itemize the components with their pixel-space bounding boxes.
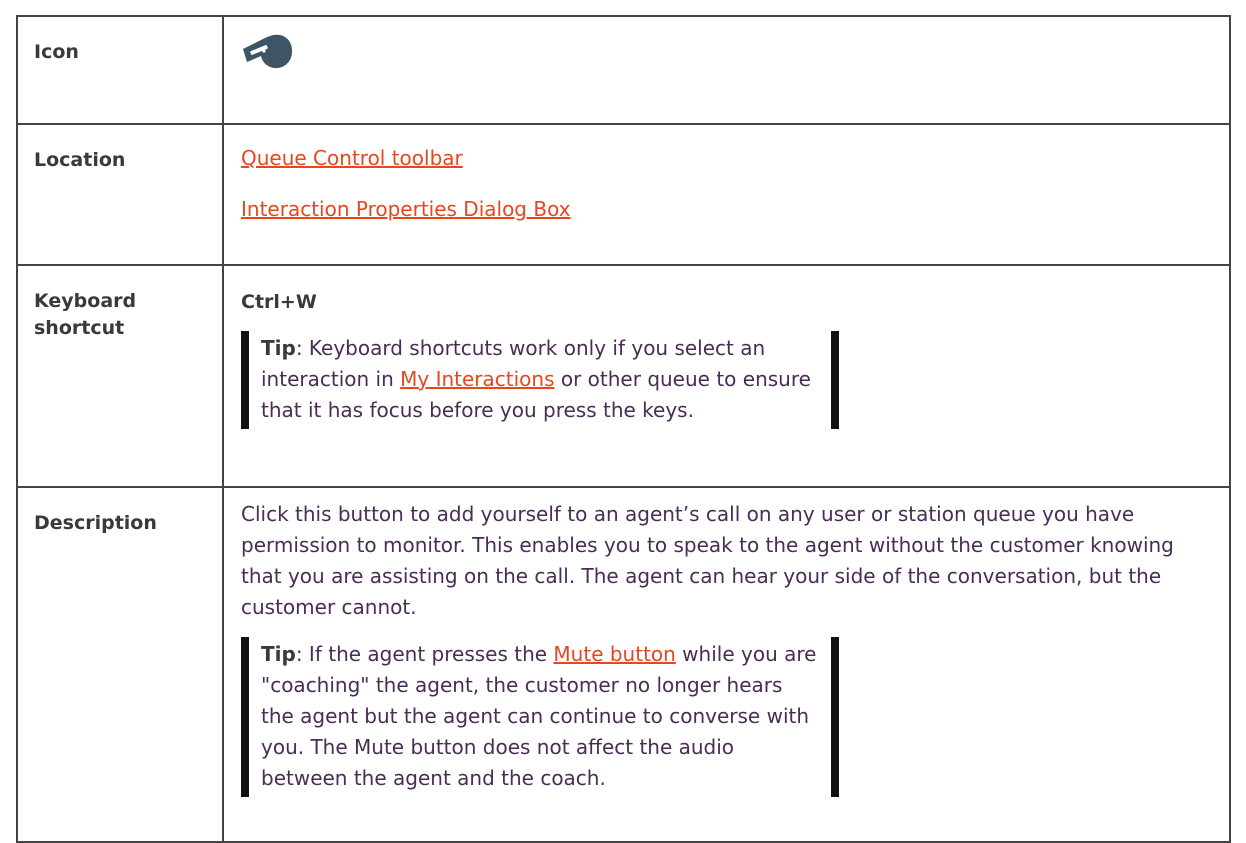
description-row: Description Click this button to add you…	[16, 486, 1231, 843]
description-tip: Tip: If the agent presses the Mute butto…	[241, 637, 839, 797]
location-label: Location	[16, 123, 224, 266]
keyboard-row: Keyboard shortcut Ctrl+W Tip: Keyboard s…	[16, 264, 1231, 488]
tip-text: : If the agent presses the	[295, 642, 554, 666]
tip-prefix: Tip	[261, 336, 296, 360]
keyboard-tip: Tip: Keyboard shortcuts work only if you…	[241, 331, 839, 429]
interaction-properties-dialog-link[interactable]: Interaction Properties Dialog Box	[241, 174, 1229, 225]
location-row: Location Queue Control toolbar Interacti…	[16, 123, 1231, 266]
my-interactions-link[interactable]: My Interactions	[400, 367, 554, 391]
whistle-icon	[243, 34, 293, 69]
location-cell: Queue Control toolbar Interaction Proper…	[222, 123, 1231, 266]
description-text: Click this button to add yourself to an …	[241, 502, 1174, 619]
mute-button-link[interactable]: Mute button	[553, 642, 675, 666]
keyboard-shortcut: Ctrl+W	[241, 291, 317, 313]
icon-label: Icon	[16, 15, 224, 125]
queue-control-toolbar-link[interactable]: Queue Control toolbar	[241, 125, 1229, 174]
properties-table: Icon Location Queue Control toolbar Inte…	[16, 15, 1231, 843]
description-cell: Click this button to add yourself to an …	[222, 486, 1231, 843]
icon-cell	[222, 15, 1231, 125]
tip-prefix: Tip	[261, 642, 296, 666]
icon-row: Icon	[16, 15, 1231, 125]
keyboard-cell: Ctrl+W Tip: Keyboard shortcuts work only…	[222, 264, 1231, 488]
description-label: Description	[16, 486, 224, 843]
keyboard-label: Keyboard shortcut	[16, 264, 224, 488]
